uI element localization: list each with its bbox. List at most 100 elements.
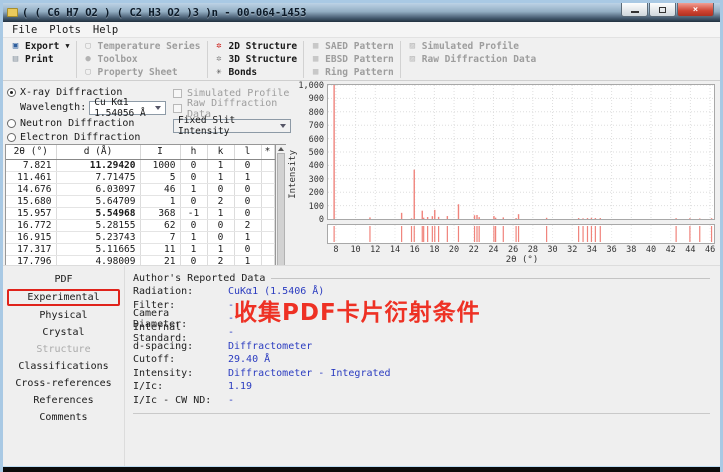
field-label: Cutoff:: [133, 354, 228, 365]
y-tick-label: 500: [309, 148, 324, 158]
table-row[interactable]: 15.6805.647091020: [6, 195, 274, 207]
diffraction-chart: Intensity 01002003004005006007008009001,…: [287, 81, 720, 265]
toolbar-button-label: Temperature Series: [98, 41, 201, 52]
x-axis-title: 2θ (°): [327, 255, 717, 265]
maximize-button[interactable]: [649, 3, 676, 17]
table-cell: 1: [234, 171, 261, 183]
bottom-section: PDFExperimentalPhysicalCrystalStructureC…: [3, 265, 720, 466]
table-cell: 1000: [140, 159, 180, 171]
toolbar-group: ▣Export▼▤Print: [5, 40, 75, 79]
sidebar-item-cross-references[interactable]: Cross-references: [11, 376, 116, 391]
toolbar-button-property-sheet: ▢Property Sheet: [83, 67, 201, 79]
field-label: I/Ic - CW ND:: [133, 395, 228, 406]
x-tick-label: 44: [685, 245, 695, 255]
table-scrollbar[interactable]: [275, 145, 287, 280]
scrollbar-thumb[interactable]: [277, 153, 285, 272]
chevron-down-icon: [155, 106, 161, 110]
raw-data-icon: ▨: [407, 54, 418, 65]
dropdown-caret-icon[interactable]: ▼: [65, 42, 69, 50]
table-cell: 5.11665: [56, 243, 140, 255]
table-row[interactable]: 15.9575.54968368-110: [6, 207, 274, 219]
x-tick-label: 30: [547, 245, 557, 255]
table-row[interactable]: 14.6766.0309746100: [6, 183, 274, 195]
x-tick-label: 32: [567, 245, 577, 255]
sidebar-item-comments[interactable]: Comments: [11, 410, 116, 425]
toolbar-button-bonds[interactable]: ✳Bonds: [214, 67, 298, 79]
sidebar-item-pdf[interactable]: PDF: [11, 272, 116, 287]
close-button[interactable]: ×: [677, 3, 714, 17]
y-axis-title: Intensity: [287, 84, 298, 265]
sidebar-tabs: PDFExperimentalPhysicalCrystalStructureC…: [3, 266, 124, 466]
toolbar-button-ring-pattern: ▦Ring Pattern: [310, 67, 394, 79]
minimize-button[interactable]: [621, 3, 648, 17]
menu-item-plots[interactable]: Plots: [43, 23, 87, 37]
peak-position-strip[interactable]: [327, 224, 715, 244]
wavelength-select[interactable]: Cu Kα1 1.54056 Å: [89, 101, 166, 115]
table-row[interactable]: 17.3175.1166511110: [6, 243, 274, 255]
bonds-icon: ✳: [214, 67, 225, 78]
menu-item-help[interactable]: Help: [87, 23, 124, 37]
y-tick-label: 700: [309, 121, 324, 131]
column-header-i[interactable]: I: [140, 145, 180, 159]
sidebar-item-physical[interactable]: Physical: [11, 308, 116, 323]
column-header-d[interactable]: d (Å): [56, 145, 140, 159]
sidebar-item-experimental[interactable]: Experimental: [7, 289, 120, 306]
toolbar-button-2d-structure[interactable]: ✲2D Structure: [214, 40, 298, 52]
sidebar-item-classifications[interactable]: Classifications: [11, 359, 116, 374]
profile-icon: ▨: [407, 41, 418, 52]
radio-button-icon[interactable]: [7, 88, 16, 97]
field-value: -: [228, 395, 234, 406]
x-tick-label: 20: [449, 245, 459, 255]
field-value: 1.19: [228, 381, 252, 392]
radio-electron-diffraction[interactable]: Electron Diffraction: [7, 130, 166, 144]
column-header-l[interactable]: l: [234, 145, 261, 159]
table-cell: 11.461: [6, 171, 56, 183]
toolbar-button-label: Ring Pattern: [325, 67, 394, 78]
column-header-[interactable]: *: [261, 145, 274, 159]
window-title: ( ( C6 H7 O2 ) ( C2 H3 O2 )3 )n - 00-064…: [22, 7, 306, 19]
table-cell: 1: [207, 243, 234, 255]
toolbar-button-export[interactable]: ▣Export▼: [10, 40, 70, 53]
table-cell: 5: [140, 171, 180, 183]
table-cell: 0: [207, 219, 234, 231]
toolbar-button-3d-structure[interactable]: ✲3D Structure: [214, 53, 298, 65]
table-cell: 0: [207, 231, 234, 243]
table-cell: 7.71475: [56, 171, 140, 183]
intensity-mode-select[interactable]: Fixed Slit Intensity: [173, 119, 291, 133]
sidebar-item-crystal[interactable]: Crystal: [11, 325, 116, 340]
menu-item-file[interactable]: File: [6, 23, 43, 37]
main-stick-plot[interactable]: [327, 84, 715, 220]
table-cell: 11.29420: [56, 159, 140, 171]
document-icon: ▢: [83, 67, 94, 78]
radio-button-icon[interactable]: [7, 119, 16, 128]
table-cell: 2: [207, 195, 234, 207]
field-row-intensity: Intensity:Diffractometer - Integrated: [133, 367, 710, 381]
y-tick-label: 600: [309, 135, 324, 145]
field-value: Diffractometer: [228, 341, 312, 352]
table-row[interactable]: 11.4617.714755011: [6, 171, 274, 183]
table-row[interactable]: 7.82111.294201000010: [6, 159, 274, 171]
display-options-panel: Simulated Profile Raw Diffraction Data F…: [166, 81, 291, 143]
table-cell: [261, 243, 274, 255]
column-header-h[interactable]: h: [180, 145, 207, 159]
peak-table-body: 7.82111.29420100001011.4617.71475501114.…: [6, 159, 274, 279]
toolbar-button-print[interactable]: ▤Print: [10, 54, 70, 67]
toolbar-group: ▢Temperature Series●Toolbox▢Property She…: [78, 40, 206, 79]
table-row[interactable]: 16.7725.2815562002: [6, 219, 274, 231]
sidebar-item-references[interactable]: References: [11, 393, 116, 408]
table-cell: [261, 195, 274, 207]
scroll-up-icon[interactable]: [278, 147, 284, 151]
annotation-text: 收集PDF卡片衍射条件: [234, 293, 481, 327]
toolbar-separator: [207, 41, 208, 78]
field-label: Intensity:: [133, 368, 228, 379]
x-tick-label: 46: [705, 245, 715, 255]
table-cell: [261, 231, 274, 243]
radio-button-icon[interactable]: [7, 133, 16, 142]
column-header-2[interactable]: 2θ (°): [6, 145, 56, 159]
x-tick-label: 12: [370, 245, 380, 255]
field-label: d-spacing:: [133, 341, 228, 352]
table-row[interactable]: 16.9155.237437101: [6, 231, 274, 243]
column-header-k[interactable]: k: [207, 145, 234, 159]
field-value: Diffractometer - Integrated: [228, 368, 391, 379]
table-cell: -1: [180, 207, 207, 219]
